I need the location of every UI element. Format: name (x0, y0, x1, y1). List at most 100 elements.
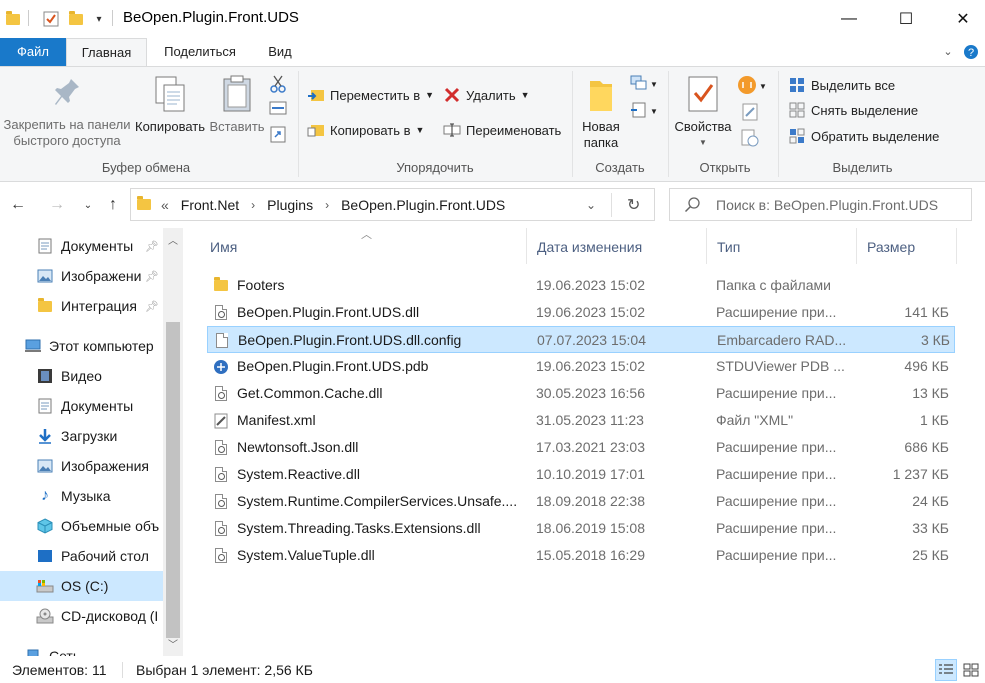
nav-item-network[interactable]: Сеть (0, 641, 163, 656)
file-row[interactable]: BeOpen.Plugin.Front.UDS.dll 19.06.2023 1… (207, 299, 955, 326)
easy-access-button[interactable]: ▼ (630, 101, 660, 123)
nav-item-label: Сеть (49, 648, 81, 656)
help-icon[interactable]: ? (960, 38, 982, 66)
file-size: 496 КБ (904, 358, 949, 374)
address-history-chevron-icon[interactable]: ⌄ (586, 198, 596, 212)
nav-item-music[interactable]: ♪ Музыка (0, 481, 163, 511)
tab-home[interactable]: Главная (66, 38, 147, 66)
copy-path-icon[interactable] (268, 101, 288, 119)
scroll-down-icon[interactable]: ﹀ (163, 638, 183, 654)
file-date: 19.06.2023 15:02 (536, 304, 645, 320)
breadcrumb-plugins[interactable]: Plugins (267, 197, 313, 213)
file-type: STDUViewer PDB ... (716, 358, 845, 374)
tab-share[interactable]: Поделиться (150, 38, 250, 66)
pin-quick-access-button[interactable]: Закрепить на панели быстрого доступа (2, 77, 132, 149)
pictures-icon (36, 458, 54, 474)
open-button[interactable]: ▼ (737, 75, 771, 99)
new-folder-quick-icon[interactable] (68, 10, 84, 28)
nav-item-downloads[interactable]: Загрузки (0, 421, 163, 451)
nav-item-this-pc[interactable]: Этот компьютер (0, 331, 163, 361)
history-icon[interactable] (740, 129, 760, 151)
network-icon (24, 648, 42, 656)
customize-quick-access-icon[interactable]: ▾ (92, 10, 106, 28)
edit-icon[interactable] (740, 103, 760, 125)
file-list: ︿ Имя Дата изменения Тип Размер Footers … (183, 228, 985, 656)
select-none-button[interactable]: Снять выделение (788, 99, 918, 121)
recent-locations-button[interactable]: ⌄ (76, 193, 100, 217)
cut-icon[interactable] (268, 75, 288, 97)
new-folder-button[interactable]: Новая папка (578, 75, 624, 151)
details-view-icon[interactable] (935, 659, 957, 681)
search-box[interactable]: Поиск в: BeOpen.Plugin.Front.UDS (669, 188, 972, 221)
file-row[interactable]: System.ValueTuple.dll 15.05.2018 16:29 Р… (207, 542, 955, 569)
nav-item-documents-pinned[interactable]: Документы 📌︎ (0, 231, 163, 261)
file-row[interactable]: System.Reactive.dll 10.10.2019 17:01 Рас… (207, 461, 955, 488)
scroll-up-icon[interactable]: ︿ (163, 234, 183, 250)
nav-item-3d-objects[interactable]: Объемные объ (0, 511, 163, 541)
file-row[interactable]: System.Threading.Tasks.Extensions.dll 18… (207, 515, 955, 542)
group-label-organize: Упорядочить (396, 160, 474, 175)
paste-shortcut-icon[interactable] (268, 125, 288, 147)
file-row[interactable]: Get.Common.Cache.dll 30.05.2023 16:56 Ра… (207, 380, 955, 407)
dll-icon (213, 439, 229, 456)
nav-item-video[interactable]: Видео (0, 361, 163, 391)
video-icon (36, 368, 54, 384)
address-bar[interactable]: « Front.Net › Plugins › BeOpen.Plugin.Fr… (130, 188, 655, 221)
file-row[interactable]: BeOpen.Plugin.Front.UDS.pdb 19.06.2023 1… (207, 353, 955, 380)
file-row[interactable]: Footers 19.06.2023 15:02 Папка с файлами (207, 272, 955, 299)
dll-icon (213, 304, 229, 321)
move-to-label: Переместить в (330, 87, 421, 103)
ribbon-tabs: Файл Главная Поделиться Вид ⌄ ? (0, 38, 985, 66)
breadcrumb-current[interactable]: BeOpen.Plugin.Front.UDS (341, 197, 505, 213)
move-to-button[interactable]: Переместить в ▼ (307, 84, 434, 106)
back-button[interactable]: ← (6, 193, 30, 217)
rename-button[interactable]: Переименовать (443, 119, 561, 141)
nav-scrollbar[interactable]: ︿ ﹀ (163, 228, 183, 656)
folder-icon (6, 10, 20, 28)
invert-selection-button[interactable]: Обратить выделение (788, 125, 939, 147)
divider (668, 71, 669, 177)
tab-file[interactable]: Файл (0, 38, 66, 66)
nav-item-pictures[interactable]: Изображения (0, 451, 163, 481)
copy-button[interactable]: Копировать (134, 75, 206, 135)
nav-item-label: Загрузки (61, 428, 118, 444)
large-icons-view-icon[interactable] (960, 659, 982, 681)
maximize-button[interactable]: ☐ (883, 0, 929, 38)
breadcrumb-separator-icon[interactable]: › (251, 198, 255, 212)
file-row[interactable]: System.Runtime.CompilerServices.Unsafe..… (207, 488, 955, 515)
new-item-button[interactable]: ▼ (630, 75, 660, 95)
tab-view[interactable]: Вид (258, 38, 302, 66)
close-button[interactable]: ✕ (940, 0, 985, 38)
column-header-date[interactable]: Дата изменения (527, 228, 707, 264)
breadcrumb-separator-icon[interactable]: › (325, 198, 329, 212)
column-header-size[interactable]: Размер (857, 228, 957, 264)
breadcrumb-front-net[interactable]: Front.Net (181, 197, 239, 213)
properties-quick-icon[interactable] (42, 10, 60, 28)
forward-button[interactable]: → (45, 193, 69, 217)
nav-item-desktop[interactable]: Рабочий стол (0, 541, 163, 571)
file-type: Расширение при... (716, 466, 837, 482)
nav-item-pictures-pinned[interactable]: Изображени 📌︎ (0, 261, 163, 291)
nav-scrollbar-thumb[interactable] (166, 322, 180, 638)
minimize-button[interactable]: — (826, 0, 872, 38)
up-button[interactable]: ↑ (101, 193, 125, 217)
nav-item-integration-pinned[interactable]: Интеграция 📌︎ (0, 291, 163, 321)
file-row[interactable]: Manifest.xml 31.05.2023 11:23 Файл "XML"… (207, 407, 955, 434)
select-all-button[interactable]: Выделить все (788, 74, 895, 96)
column-header-name[interactable]: Имя (200, 228, 527, 264)
nav-item-cd-drive[interactable]: CD-дисковод (I (0, 601, 163, 631)
file-row[interactable]: Newtonsoft.Json.dll 17.03.2021 23:03 Рас… (207, 434, 955, 461)
copy-to-button[interactable]: Копировать в ▼ (307, 119, 424, 141)
refresh-icon[interactable]: ↻ (627, 195, 640, 215)
delete-button[interactable]: Удалить ▼ (443, 84, 530, 106)
nav-item-documents[interactable]: Документы (0, 391, 163, 421)
collapse-ribbon-icon[interactable]: ⌄ (938, 38, 958, 66)
copy-to-label: Копировать в (330, 122, 411, 138)
nav-item-drive-c[interactable]: OS (C:) (0, 571, 163, 601)
file-row-selected[interactable]: BeOpen.Plugin.Front.UDS.dll.config 07.07… (207, 326, 955, 353)
paste-button[interactable]: Вставить (208, 75, 266, 135)
breadcrumb-overflow[interactable]: « (161, 197, 169, 213)
invert-selection-label: Обратить выделение (811, 128, 940, 144)
properties-button[interactable]: Свойства ▼ (672, 75, 734, 151)
column-header-type[interactable]: Тип (707, 228, 857, 264)
